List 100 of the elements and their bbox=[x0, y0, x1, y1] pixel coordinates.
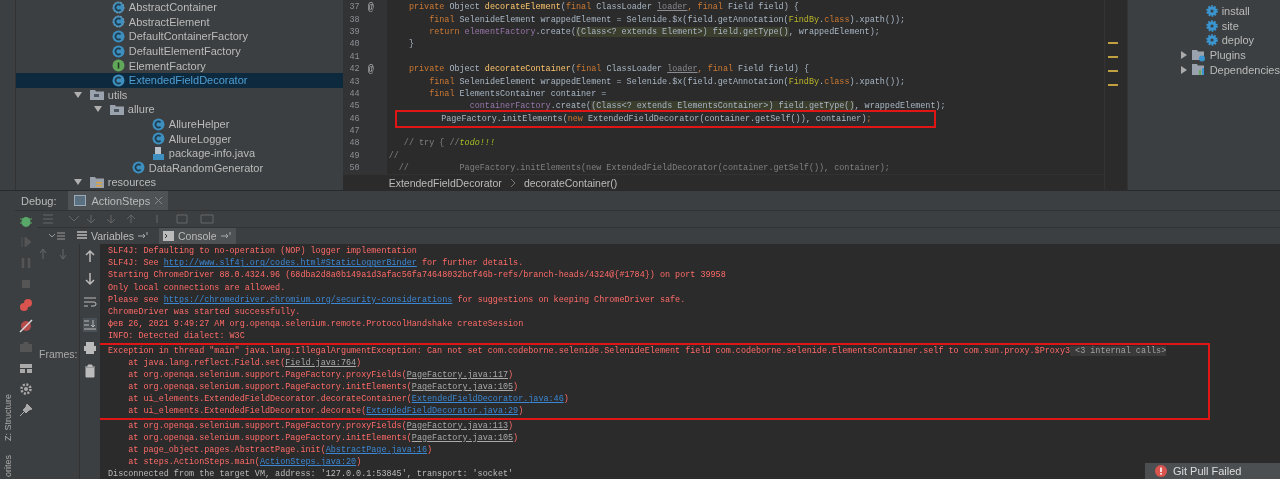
session-tab[interactable]: ActionSteps bbox=[68, 191, 169, 210]
debug-tab[interactable]: Variables bbox=[73, 228, 153, 244]
class-icon bbox=[111, 44, 125, 58]
code-line: containerFactory.create((Class<? extends ElementsContainer>) field.getType(), wrappedElement); bbox=[468, 101, 946, 112]
pin-icon[interactable] bbox=[18, 402, 34, 418]
tree-item[interactable]: DefaultContainerFactory bbox=[15, 29, 343, 44]
tree-item[interactable]: resources bbox=[15, 175, 343, 190]
line-number: 50 bbox=[348, 163, 360, 174]
class-icon bbox=[151, 117, 165, 131]
folder-icon bbox=[109, 103, 124, 115]
gear-icon bbox=[1205, 5, 1218, 18]
line-number: 48 bbox=[348, 138, 360, 149]
class-icon bbox=[131, 161, 145, 175]
print-icon[interactable] bbox=[83, 341, 97, 355]
maven-item[interactable]: deploy bbox=[1179, 33, 1280, 48]
notification[interactable]: Git Pull Failed bbox=[1145, 463, 1280, 479]
console-line: at org.openqa.selenium.support.PageFactory.proxyFields(PageFactory.java:113) bbox=[127, 419, 514, 432]
tree-item[interactable]: AllureLogger bbox=[15, 131, 343, 146]
scroll-icon[interactable] bbox=[83, 318, 97, 332]
code-line: // bbox=[388, 150, 399, 161]
line-number: 41 bbox=[348, 51, 360, 62]
line-number: 46 bbox=[348, 113, 360, 124]
maven-item[interactable]: install bbox=[1179, 4, 1280, 19]
expand-arrow-icon[interactable] bbox=[93, 105, 102, 114]
mute-icon[interactable] bbox=[18, 318, 34, 334]
code-line: private Object decorateElement(final ClassLoader loader, final Field field) { bbox=[407, 2, 799, 13]
list-icon bbox=[77, 231, 87, 241]
tree-item[interactable]: DefaultElementFactory bbox=[15, 43, 343, 59]
down-icon[interactable] bbox=[83, 272, 97, 286]
breadcrumb[interactable]: decorateContainer() bbox=[523, 176, 618, 189]
maven-item[interactable]: site bbox=[1179, 18, 1280, 34]
console-line: Only local connections are allowed. bbox=[108, 281, 286, 294]
tool-window-tab[interactable]: orites bbox=[2, 455, 13, 477]
line-number: 47 bbox=[348, 126, 360, 137]
debug-tab[interactable]: Console bbox=[159, 228, 236, 244]
line-number: 43 bbox=[348, 76, 360, 87]
console-line: Please see https://chromedriver.chromium.org/security-considerations for suggestions on keeping ChromeDriver safe. bbox=[108, 293, 686, 306]
chevron-icon bbox=[509, 178, 516, 187]
tree-item[interactable]: ExtendedFieldDecorator bbox=[15, 72, 343, 88]
abstract-class-icon bbox=[111, 15, 125, 29]
pin-arrow-icon bbox=[138, 232, 149, 240]
expand-arrow-icon[interactable] bbox=[73, 178, 82, 187]
console-line: SLF4J: Defaulting to no-operation (NOP) logger implementation bbox=[108, 245, 417, 258]
plugins-folder-icon bbox=[1191, 48, 1206, 62]
class-icon bbox=[151, 132, 165, 146]
expand-arrow-icon[interactable] bbox=[73, 90, 82, 99]
class-icon bbox=[111, 30, 125, 43]
run-config-icon bbox=[74, 195, 87, 206]
line-number: 40 bbox=[348, 39, 360, 50]
console-line: at org.openqa.selenium.support.PageFactory.initElements(PageFactory.java:105) bbox=[100, 381, 1210, 394]
tree-item[interactable]: AllureHelper bbox=[15, 116, 343, 132]
override-marker: @ bbox=[367, 1, 374, 13]
console-line: at ui_elements.ExtendedFieldDecorator.decorate(ExtendedFieldDecorator.java:29) bbox=[100, 405, 1210, 420]
settings-icon[interactable] bbox=[18, 381, 34, 397]
console-line: at java.lang.reflect.Field.set(Field.java:764) bbox=[100, 356, 1210, 369]
console-line: at org.openqa.selenium.support.PageFactory.proxyFields(PageFactory.java:117) bbox=[100, 368, 1210, 382]
code-line: // try { //todo!!! bbox=[402, 138, 495, 149]
line-number: 39 bbox=[348, 26, 360, 37]
warning-mark[interactable] bbox=[1107, 42, 1118, 44]
resources-folder-icon bbox=[89, 176, 104, 189]
maven-item[interactable]: Plugins bbox=[1179, 47, 1280, 63]
maven-item[interactable]: Dependencies bbox=[1179, 62, 1280, 77]
abstract-class-icon bbox=[111, 0, 125, 14]
line-number: 42 bbox=[348, 64, 360, 75]
tree-item[interactable]: allure bbox=[15, 102, 343, 117]
warning-mark[interactable] bbox=[1107, 84, 1118, 86]
debug-label: Debug: bbox=[21, 194, 57, 207]
code-line: } bbox=[407, 39, 414, 50]
tool-window-tab[interactable]: Z: Structure bbox=[2, 393, 13, 441]
line-number: 49 bbox=[348, 150, 360, 161]
line-number: 45 bbox=[348, 101, 360, 112]
tree-item[interactable]: ElementFactory bbox=[15, 58, 343, 73]
frames-label: Frames: bbox=[39, 348, 79, 360]
tree-item[interactable]: AbstractElement bbox=[15, 14, 343, 30]
wrap-icon[interactable] bbox=[83, 295, 97, 309]
up-icon[interactable] bbox=[83, 249, 97, 263]
code-line: // PageFactory.initElements(new ExtendedFieldDecorator(container.getSelf()), container); bbox=[397, 163, 890, 174]
tree-item[interactable]: AbstractContainer bbox=[15, 0, 343, 15]
line-number: 44 bbox=[348, 88, 360, 99]
console-line: фев 26, 2021 9:49:27 AM org.openqa.selenium.remote.ProtocolHandshake createSession bbox=[108, 318, 524, 331]
code-line: final SelenideElement wrappedElement = Selenide.$x(field.getAnnotation(FindBy.class).xpath()); bbox=[428, 76, 906, 87]
trash-icon[interactable] bbox=[83, 364, 97, 378]
class-icon bbox=[111, 73, 125, 87]
java-file-icon bbox=[151, 146, 165, 160]
tree-item[interactable]: DataRandomGenerator bbox=[15, 160, 343, 176]
breakpoints-icon[interactable] bbox=[18, 297, 34, 313]
warning-mark[interactable] bbox=[1107, 70, 1118, 72]
tree-item[interactable]: package-info.java bbox=[15, 145, 343, 161]
code-line: private Object decorateContainer(final ClassLoader loader, final Field field) { bbox=[407, 64, 809, 75]
breadcrumb[interactable]: ExtendedFieldDecorator bbox=[388, 176, 502, 189]
layout-menu-icon[interactable] bbox=[49, 231, 67, 241]
console-line: at steps.ActionSteps.main(ActionSteps.java:20) bbox=[127, 456, 362, 469]
dependencies-folder-icon bbox=[1191, 63, 1206, 77]
console-line: Starting ChromeDriver 88.0.4324.96 (68dba2d8a0b149a1d3afac56fa74648032bcf46b-refs/branch-heads/4324@{#1784}) on port 39958 bbox=[108, 269, 726, 282]
gear-icon bbox=[1205, 19, 1218, 32]
console-icon bbox=[163, 231, 174, 241]
interface-icon bbox=[111, 59, 125, 73]
console-line: at page_object.pages.AbstractPage.init(AbstractPage.java:16) bbox=[127, 444, 433, 457]
tree-item[interactable]: utils bbox=[15, 87, 343, 103]
warning-mark[interactable] bbox=[1107, 56, 1118, 58]
